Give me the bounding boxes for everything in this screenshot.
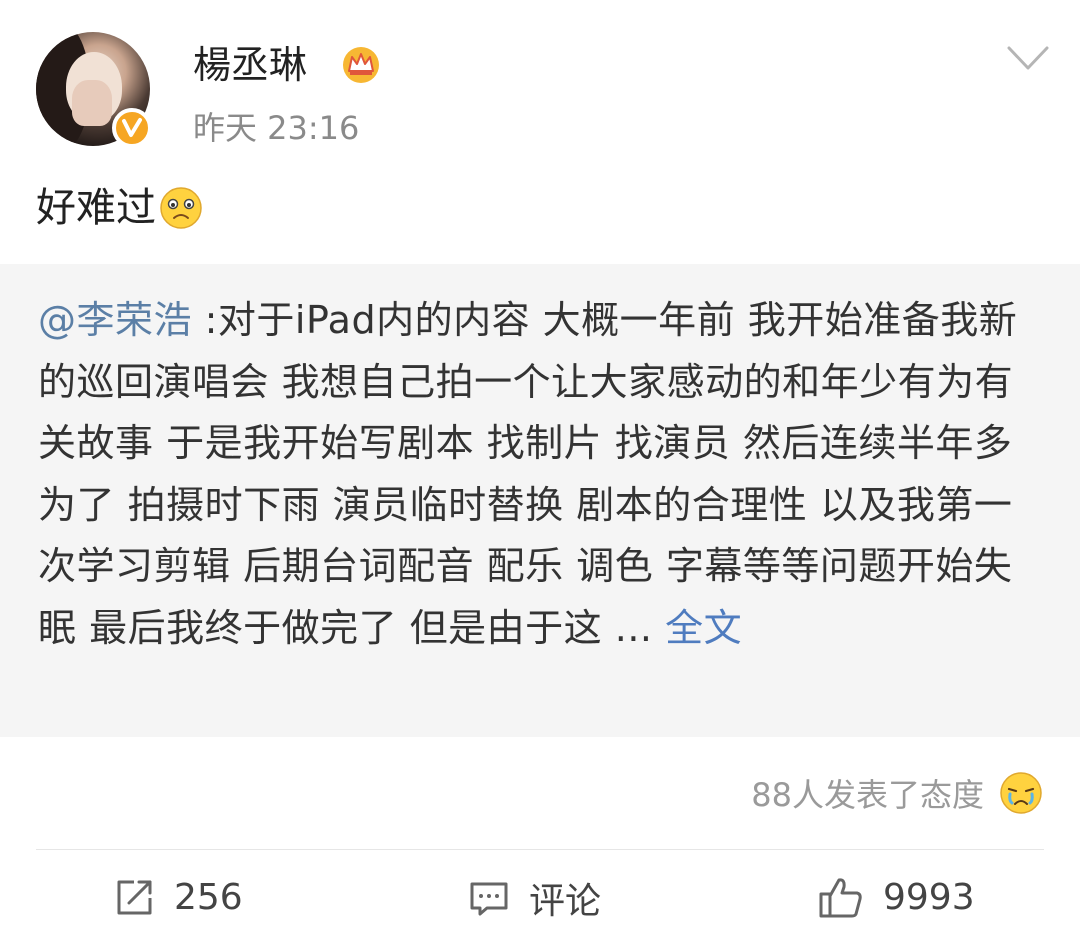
post-text-content: 好难过 (36, 185, 156, 231)
thumbs-up-icon (819, 877, 862, 917)
repost-button[interactable]: 256 (112, 850, 243, 945)
crying-face-emoji-icon (1000, 772, 1042, 814)
full-text-link[interactable]: 全文 (665, 606, 742, 650)
verified-v-badge-icon (112, 108, 152, 148)
mention-link[interactable]: @李荣浩 (38, 298, 192, 342)
like-count: 9993 (883, 877, 975, 918)
reactions-summary[interactable]: 88人发表了态度 (751, 770, 1044, 816)
comment-label: 评论 (529, 880, 602, 922)
reactions-label: 88人发表了态度 (751, 776, 984, 814)
share-icon (117, 880, 152, 914)
post-header: 楊丞琳 昨天 23:16 (0, 0, 1080, 165)
sad-face-emoji-icon (160, 187, 202, 229)
like-button[interactable]: 9993 (817, 850, 975, 945)
repost-text: @李荣浩 :对于iPad内的内容 大概一年前 我开始准备我新的巡回演唱会 我想自… (38, 290, 1042, 659)
chevron-down-icon[interactable] (1006, 44, 1050, 72)
repost-count: 256 (174, 877, 243, 918)
action-bar: 256 评论 9993 (0, 850, 1080, 945)
post-time: 昨天 23:16 (193, 109, 360, 147)
comment-icon (470, 882, 508, 915)
repost-box[interactable]: @李荣浩 :对于iPad内的内容 大概一年前 我开始准备我新的巡回演唱会 我想自… (0, 264, 1080, 737)
comment-button[interactable]: 评论 (467, 850, 601, 945)
avatar[interactable] (36, 32, 152, 148)
author-name[interactable]: 楊丞琳 (193, 40, 307, 90)
crown-icon (343, 47, 379, 83)
post-text: 好难过 (36, 180, 204, 236)
repost-body: :对于iPad内的内容 大概一年前 我开始准备我新的巡回演唱会 我想自己拍一个让… (38, 298, 1018, 650)
